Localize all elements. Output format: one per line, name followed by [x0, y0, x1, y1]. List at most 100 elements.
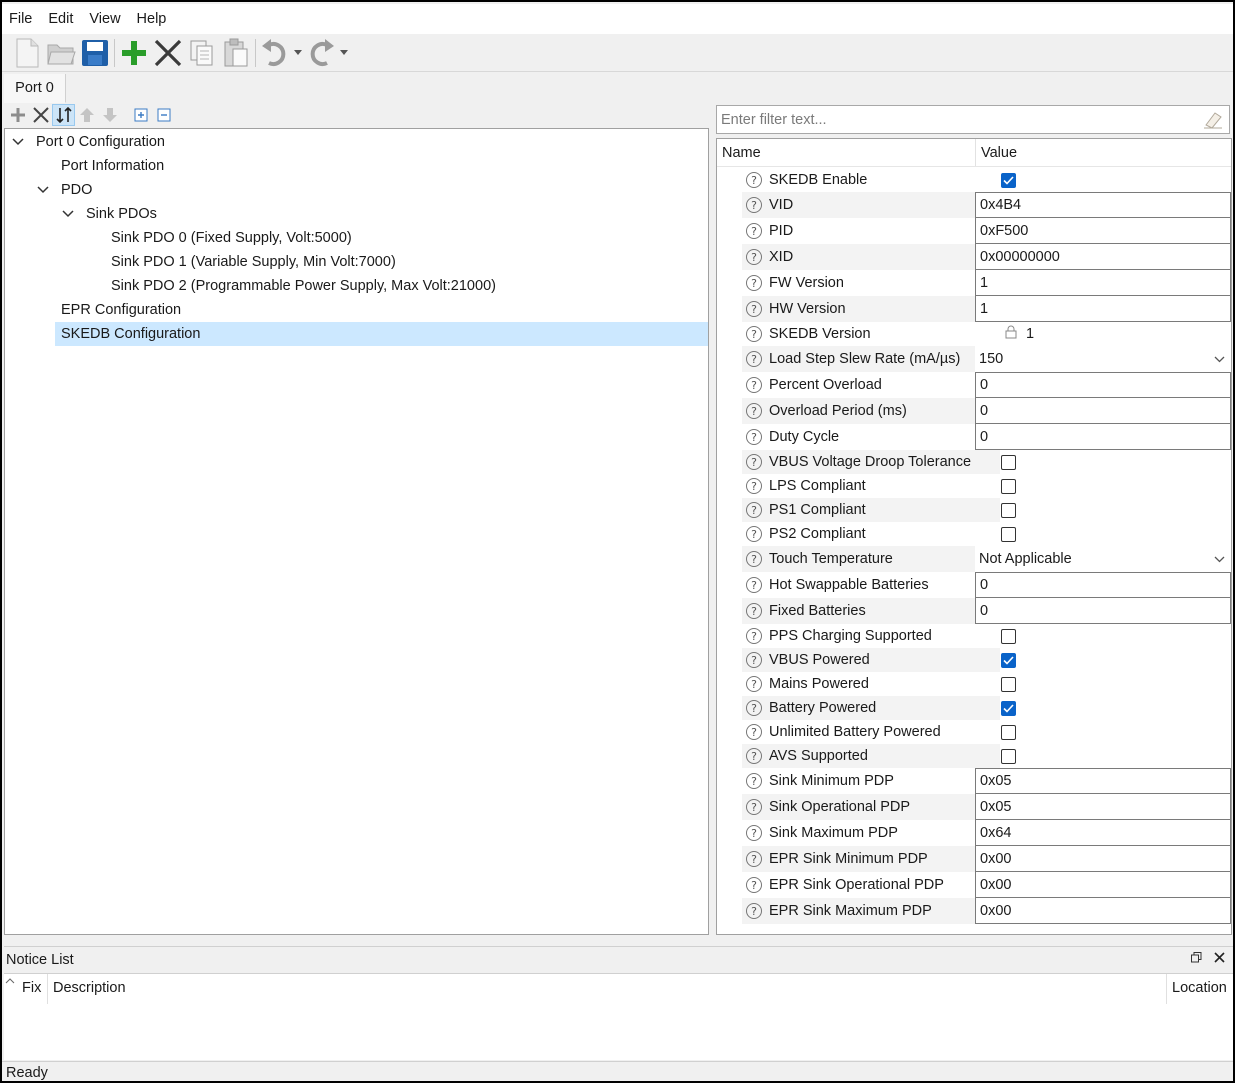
- help-icon[interactable]: ?: [746, 249, 762, 265]
- eraser-icon[interactable]: [1203, 111, 1223, 133]
- name-column-header[interactable]: Name: [717, 139, 976, 166]
- tree-node-sink-pdo-1[interactable]: Sink PDO 1 (Variable Supply, Min Volt:70…: [111, 250, 701, 274]
- help-icon[interactable]: ?: [746, 628, 762, 644]
- property-checkbox[interactable]: [1001, 700, 1016, 716]
- help-icon[interactable]: ?: [746, 773, 762, 789]
- fix-column-header[interactable]: Fix: [22, 980, 41, 996]
- tree-node-sink-pdos[interactable]: Sink PDOs: [61, 202, 701, 226]
- chevron-down-icon[interactable]: [1214, 551, 1225, 567]
- property-text-field[interactable]: 0: [975, 424, 1231, 450]
- chevron-down-icon[interactable]: [61, 207, 75, 221]
- delete-icon[interactable]: [151, 36, 185, 70]
- tree-node-pdo[interactable]: PDO: [36, 178, 701, 202]
- collapse-caret-icon[interactable]: [5, 972, 15, 988]
- sort-icon[interactable]: [52, 104, 75, 126]
- help-icon[interactable]: ?: [746, 301, 762, 317]
- help-icon[interactable]: ?: [746, 502, 762, 518]
- property-text-field[interactable]: 1: [975, 296, 1231, 322]
- filter-input[interactable]: [721, 111, 1191, 128]
- property-text-field[interactable]: 0x00: [975, 872, 1231, 898]
- help-icon[interactable]: ?: [746, 478, 762, 494]
- property-text-field[interactable]: 0x00: [975, 846, 1231, 872]
- property-checkbox[interactable]: [1001, 454, 1016, 470]
- restore-window-icon[interactable]: [1191, 951, 1202, 967]
- property-text-field[interactable]: 0x05: [975, 768, 1231, 794]
- property-checkbox[interactable]: [1001, 526, 1016, 542]
- redo-icon[interactable]: [304, 36, 338, 70]
- collapse-all-icon[interactable]: [152, 104, 175, 126]
- help-icon[interactable]: ?: [746, 275, 762, 291]
- menu-view[interactable]: View: [87, 11, 128, 27]
- property-text-field[interactable]: 0x00: [975, 898, 1231, 924]
- property-text-field[interactable]: 0x4B4: [975, 192, 1231, 218]
- tree-node-port-information[interactable]: Port Information: [61, 154, 701, 178]
- close-icon[interactable]: [1214, 951, 1225, 967]
- property-checkbox[interactable]: [1001, 652, 1016, 668]
- property-text-field[interactable]: 0xF500: [975, 218, 1231, 244]
- description-column-header[interactable]: Description: [53, 980, 126, 996]
- chevron-down-icon[interactable]: [36, 183, 50, 197]
- location-column-header[interactable]: Location: [1172, 980, 1227, 996]
- help-icon[interactable]: ?: [746, 851, 762, 867]
- tree-node-sink-pdo-0[interactable]: Sink PDO 0 (Fixed Supply, Volt:5000): [111, 226, 701, 250]
- help-icon[interactable]: ?: [746, 326, 762, 342]
- help-icon[interactable]: ?: [746, 724, 762, 740]
- help-icon[interactable]: ?: [746, 603, 762, 619]
- help-icon[interactable]: ?: [746, 172, 762, 188]
- tab-port-0[interactable]: Port 0: [4, 74, 66, 103]
- property-checkbox[interactable]: [1001, 628, 1016, 644]
- redo-dropdown-icon[interactable]: [338, 50, 350, 55]
- help-icon[interactable]: ?: [746, 676, 762, 692]
- help-icon[interactable]: ?: [746, 652, 762, 668]
- help-icon[interactable]: ?: [746, 825, 762, 841]
- property-dropdown[interactable]: 150: [975, 346, 1231, 372]
- menu-file[interactable]: File: [7, 11, 40, 27]
- property-dropdown[interactable]: Not Applicable: [975, 546, 1231, 572]
- add-node-icon[interactable]: [6, 104, 29, 126]
- remove-node-icon[interactable]: [29, 104, 52, 126]
- property-text-field[interactable]: 0x00000000: [975, 244, 1231, 270]
- open-folder-icon[interactable]: [44, 36, 78, 70]
- property-checkbox[interactable]: [1001, 478, 1016, 494]
- save-icon[interactable]: [78, 36, 112, 70]
- value-column-header[interactable]: Value: [976, 139, 1017, 166]
- help-icon[interactable]: ?: [746, 799, 762, 815]
- help-icon[interactable]: ?: [746, 377, 762, 393]
- menu-edit[interactable]: Edit: [46, 11, 81, 27]
- menu-help[interactable]: Help: [135, 11, 175, 27]
- help-icon[interactable]: ?: [746, 351, 762, 367]
- property-text-field[interactable]: 0: [975, 398, 1231, 424]
- property-text-field[interactable]: 0x64: [975, 820, 1231, 846]
- help-icon[interactable]: ?: [746, 903, 762, 919]
- property-checkbox[interactable]: [1001, 502, 1016, 518]
- move-up-icon[interactable]: [75, 104, 98, 126]
- property-checkbox[interactable]: [1001, 172, 1016, 188]
- tree-node-sink-pdo-2[interactable]: Sink PDO 2 (Programmable Power Supply, M…: [111, 274, 701, 298]
- help-icon[interactable]: ?: [746, 700, 762, 716]
- property-checkbox[interactable]: [1001, 748, 1016, 764]
- help-icon[interactable]: ?: [746, 429, 762, 445]
- help-icon[interactable]: ?: [746, 197, 762, 213]
- tree-node-epr-configuration[interactable]: EPR Configuration: [61, 298, 701, 322]
- paste-icon[interactable]: [219, 36, 253, 70]
- help-icon[interactable]: ?: [746, 551, 762, 567]
- property-text-field[interactable]: 0x05: [975, 794, 1231, 820]
- undo-dropdown-icon[interactable]: [292, 50, 304, 55]
- help-icon[interactable]: ?: [746, 403, 762, 419]
- expand-all-icon[interactable]: [129, 104, 152, 126]
- move-down-icon[interactable]: [98, 104, 121, 126]
- help-icon[interactable]: ?: [746, 454, 762, 470]
- undo-icon[interactable]: [258, 36, 292, 70]
- help-icon[interactable]: ?: [746, 877, 762, 893]
- property-checkbox[interactable]: [1001, 676, 1016, 692]
- property-checkbox[interactable]: [1001, 724, 1016, 740]
- help-icon[interactable]: ?: [746, 748, 762, 764]
- property-text-field[interactable]: 0: [975, 572, 1231, 598]
- help-icon[interactable]: ?: [746, 223, 762, 239]
- property-text-field[interactable]: 0: [975, 598, 1231, 624]
- property-text-field[interactable]: 0: [975, 372, 1231, 398]
- chevron-down-icon[interactable]: [1214, 351, 1225, 367]
- chevron-down-icon[interactable]: [11, 135, 25, 149]
- help-icon[interactable]: ?: [746, 577, 762, 593]
- add-icon[interactable]: [117, 36, 151, 70]
